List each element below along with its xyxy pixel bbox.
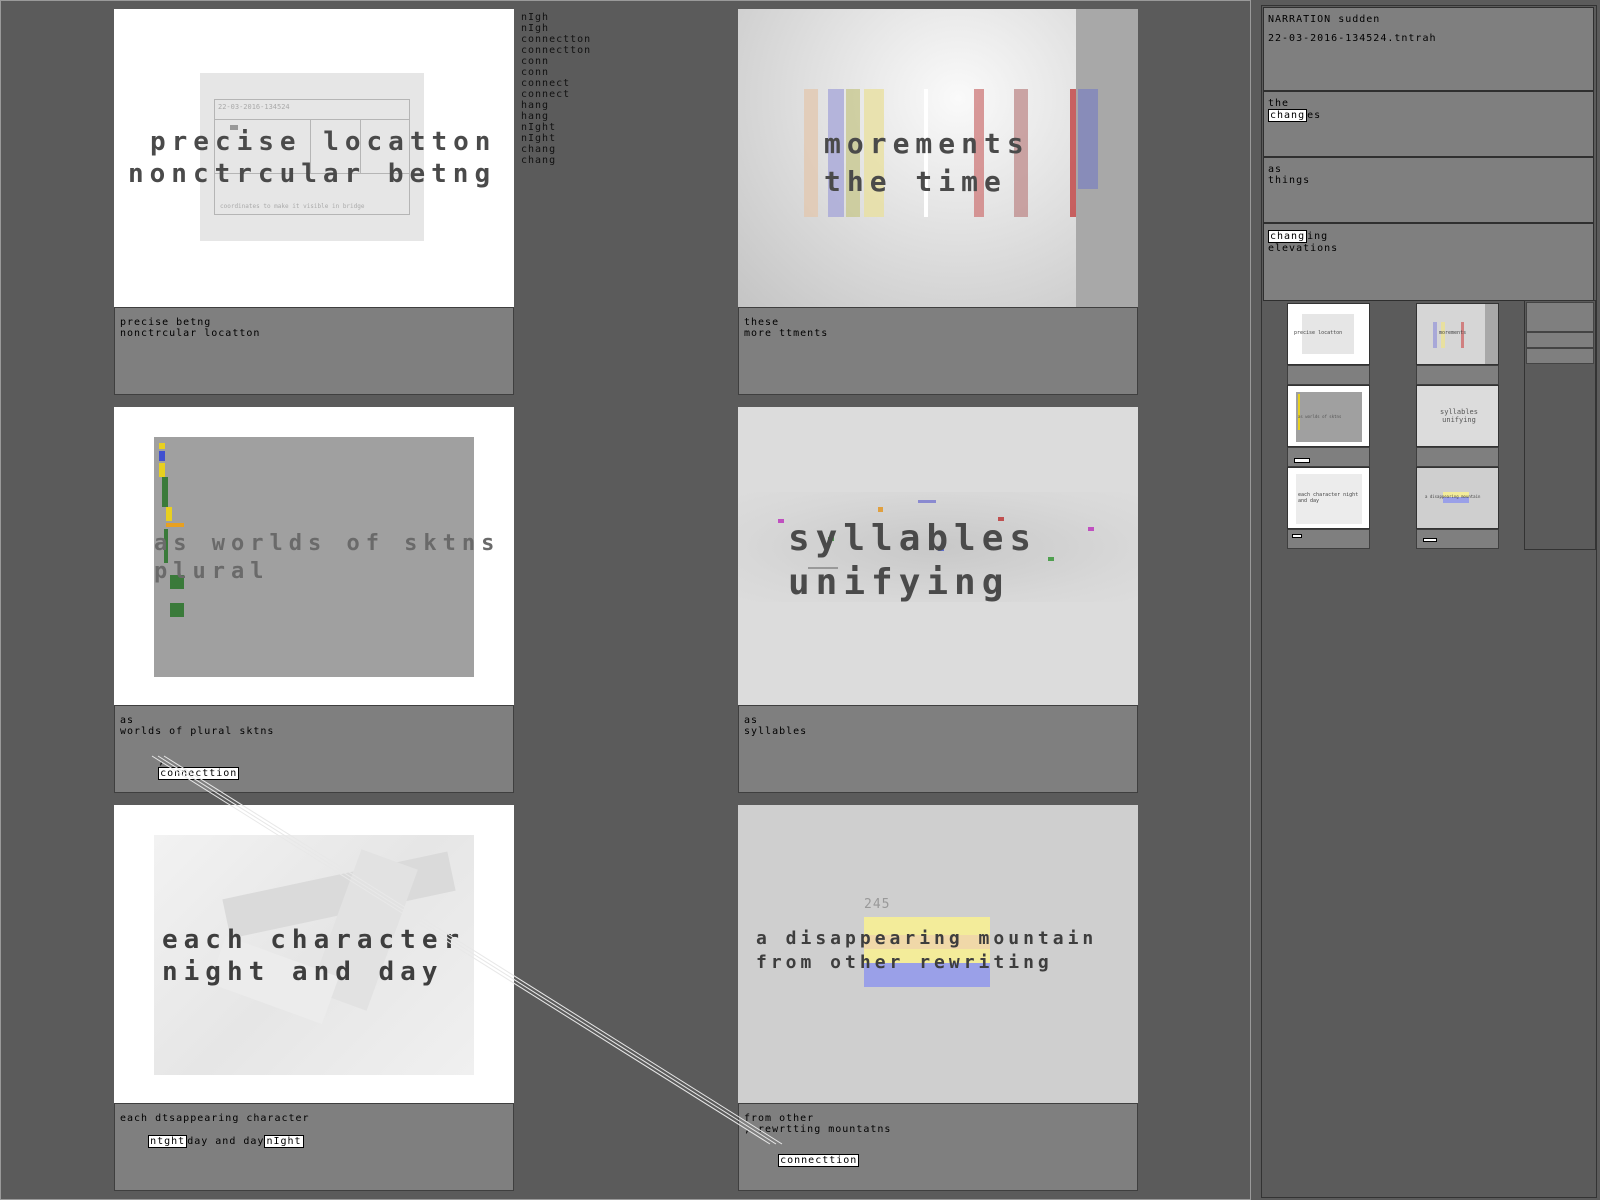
- sidebar-text: ing: [1307, 231, 1329, 242]
- mini-row: [1526, 332, 1594, 348]
- mini-row: [1526, 348, 1594, 364]
- thumbnail-3[interactable]: as worlds of sktns: [1287, 385, 1370, 447]
- thumbnail-caption: [1287, 365, 1370, 385]
- thumbnail-caption: [1287, 447, 1370, 467]
- thumbnail-text: morements: [1439, 330, 1467, 336]
- sidebar-text: elevations: [1268, 243, 1339, 254]
- thumbnail-caption: [1287, 529, 1370, 549]
- sidebar-text: as: [1268, 164, 1283, 175]
- thumbnail-6[interactable]: a disappearing mountain: [1416, 467, 1499, 529]
- thumbnail-caption: [1416, 365, 1499, 385]
- sidebar-header: NARRATION sudden 22-03-2016-134524.tntra…: [1263, 7, 1594, 91]
- thumbnail-text: as worlds of sktns: [1298, 414, 1342, 419]
- change-tag[interactable]: chang: [1268, 230, 1308, 243]
- thumbnail-4[interactable]: syllables unifying: [1416, 385, 1499, 447]
- sidebar-filename: 22-03-2016-134524.tntrah: [1268, 33, 1437, 44]
- sidebar-block-3: chang ing elevations: [1263, 223, 1594, 301]
- sidebar-title: NARRATION sudden: [1268, 14, 1381, 25]
- thumbnail-1[interactable]: precise locatton: [1287, 303, 1370, 365]
- change-tag[interactable]: chang: [1268, 109, 1308, 122]
- thumbnail-caption: [1416, 447, 1499, 467]
- thumbnail-text: precise locatton: [1294, 330, 1343, 336]
- mini-sidebar-preview: [1524, 300, 1596, 550]
- thumbnail-text: a disappearing mountain: [1425, 494, 1481, 499]
- sidebar-text: es: [1307, 110, 1322, 121]
- sidebar-block-2: as things: [1263, 157, 1594, 223]
- sidebar-text: things: [1268, 175, 1311, 186]
- sidebar-block-1: the chang es: [1263, 91, 1594, 157]
- sidebar-text: the: [1268, 98, 1290, 109]
- thumbnail-2[interactable]: morements: [1416, 303, 1499, 365]
- mini-row: [1526, 302, 1594, 332]
- thumbnail-caption: [1416, 529, 1499, 549]
- thumbnail-5[interactable]: each character night and day: [1287, 467, 1370, 529]
- thumbnail-text: syllables unifying: [1440, 408, 1478, 424]
- thumbnail-text: each character night and day: [1298, 492, 1359, 504]
